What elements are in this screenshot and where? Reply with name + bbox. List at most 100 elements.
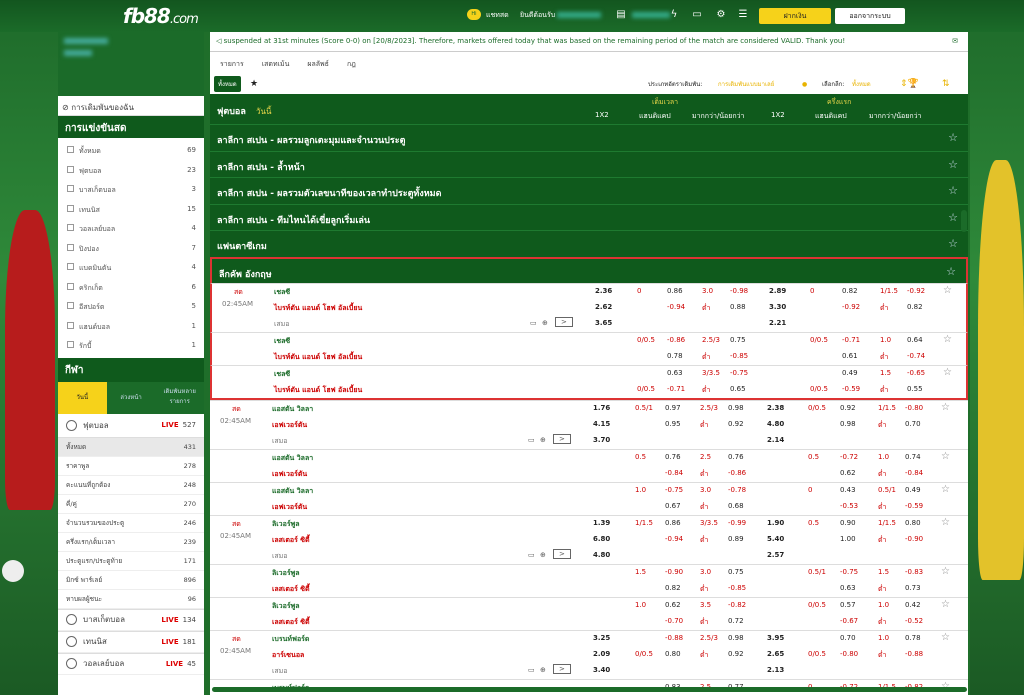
odds-cell[interactable]: 0.92 <box>840 404 856 412</box>
sidebar-item-sport[interactable]: รักบี้ 1 <box>58 336 204 356</box>
odds-cell[interactable]: 0.92 <box>728 650 744 658</box>
odds-cell[interactable]: ต่ำ <box>878 469 886 480</box>
odds-cell[interactable]: 0.57 <box>840 601 856 609</box>
odds-cell[interactable]: -0.85 <box>730 352 748 360</box>
odds-cell[interactable]: 1.5 <box>878 568 889 576</box>
odds-cell[interactable]: 0.70 <box>905 420 921 428</box>
sidebar-item-sport[interactable]: เทนนิส 15 <box>58 200 204 220</box>
odds-cell[interactable]: -0.75 <box>840 568 858 576</box>
sidebar-item-sport-other[interactable]: วอลเลย์บอล LIVE 45 <box>58 652 204 675</box>
odds-cell[interactable]: 6.80 <box>593 535 610 543</box>
odds-cell[interactable]: 1.90 <box>767 519 784 527</box>
team-name[interactable]: เชลซี <box>274 287 290 298</box>
star-icon[interactable]: ☆ <box>948 237 958 250</box>
odds-cell[interactable]: 2.36 <box>595 287 612 295</box>
odds-cell[interactable]: 0 <box>808 486 812 494</box>
star-icon[interactable]: ☆ <box>943 285 952 296</box>
odds-cell[interactable]: -0.80 <box>840 650 858 658</box>
tab-early[interactable]: ล่วงหน้า <box>107 382 156 414</box>
horizontal-scrollbar[interactable] <box>212 687 967 692</box>
odds-cell[interactable]: 4.15 <box>593 420 610 428</box>
star-icon[interactable]: ☆ <box>941 566 950 577</box>
odds-cell[interactable]: 0.64 <box>907 336 923 344</box>
odds-cell[interactable]: 1.39 <box>593 519 610 527</box>
odds-cell[interactable]: 1.00 <box>840 535 856 543</box>
team-name[interactable]: เลสเตอร์ ซิตี้ <box>272 617 310 628</box>
my-bets-link[interactable]: ⊘ การเดิมพันของฉัน <box>58 96 204 116</box>
info-icon[interactable]: ● <box>802 81 807 88</box>
odds-cell[interactable]: 1.0 <box>878 601 889 609</box>
checkbox-icon[interactable] <box>67 321 74 329</box>
odds-cell[interactable]: 0.67 <box>665 502 681 510</box>
odds-cell[interactable]: 0.72 <box>728 617 744 625</box>
live-icon[interactable]: ⊕ <box>540 551 546 559</box>
odds-cell[interactable]: ต่ำ <box>878 502 886 513</box>
checkbox-icon[interactable] <box>67 243 74 251</box>
sidebar-item-market[interactable]: ราคาพูล 278 <box>58 457 204 476</box>
odds-cell[interactable]: ต่ำ <box>702 352 710 363</box>
team-name[interactable]: เอฟเวอร์ตัน <box>272 420 307 431</box>
sidebar-item-sport-other[interactable]: เทนนิส LIVE 181 <box>58 630 204 653</box>
odds-cell[interactable]: 0.98 <box>840 420 856 428</box>
sort-trophy-icon[interactable]: ⇕🏆 <box>900 79 919 89</box>
tab-rules[interactable]: กฎ <box>347 59 356 74</box>
odds-cell[interactable]: 3.5 <box>700 601 711 609</box>
star-icon[interactable]: ☆ <box>948 211 958 224</box>
stats-icon[interactable]: ▭ <box>528 436 535 444</box>
odds-cell[interactable]: 0.76 <box>728 453 744 461</box>
lightning-icon[interactable]: ϟ <box>667 8 681 22</box>
odds-cell[interactable]: 0.5 <box>635 453 646 461</box>
sidebar-item-market[interactable]: ครึ่งแรก/เต็มเวลา 239 <box>58 533 204 552</box>
odds-cell[interactable]: 0.75 <box>728 568 744 576</box>
team-name[interactable]: ไบรท์ตัน แอนด์ โฮฟ อัลเบี้ยน <box>274 303 362 314</box>
odds-cell[interactable]: 2.89 <box>769 287 786 295</box>
star-icon[interactable]: ☆ <box>941 484 950 495</box>
odds-cell[interactable]: 0.97 <box>665 404 681 412</box>
odds-cell[interactable]: 0 <box>810 287 814 295</box>
odds-cell[interactable]: 3.0 <box>700 568 711 576</box>
odds-cell[interactable]: 2.5 <box>700 453 711 461</box>
odds-cell[interactable]: -0.84 <box>905 469 923 477</box>
checkbox-icon[interactable] <box>67 263 74 270</box>
team-name[interactable]: ลิเวอร์พูล <box>272 568 299 579</box>
odds-cell[interactable]: -0.70 <box>665 617 683 625</box>
odds-cell[interactable]: 1.76 <box>593 404 610 412</box>
sidebar-item-sport[interactable]: ปิงปอง 7 <box>58 239 204 259</box>
odds-cell[interactable]: ต่ำ <box>878 617 886 628</box>
stats-icon[interactable]: ▭ <box>528 551 535 559</box>
odds-cell[interactable]: 0 <box>637 287 641 295</box>
team-name[interactable]: แอสตัน วิลลา <box>272 453 313 464</box>
odds-cell[interactable]: 0.75 <box>730 336 746 344</box>
odds-cell[interactable]: 0.73 <box>905 584 921 592</box>
odds-cell[interactable]: 3.25 <box>593 634 610 642</box>
star-icon[interactable]: ☆ <box>941 599 950 610</box>
checkbox-icon[interactable] <box>67 224 74 231</box>
odds-cell[interactable]: ต่ำ <box>700 650 708 661</box>
odds-cell[interactable]: 0.74 <box>905 453 921 461</box>
odds-cell[interactable]: 0.78 <box>905 634 921 642</box>
star-icon[interactable]: ☆ <box>943 334 952 345</box>
odds-cell[interactable]: 2.14 <box>767 436 784 444</box>
team-name[interactable]: เอฟเวอร์ตัน <box>272 469 307 480</box>
sidebar-item-sport[interactable]: คริกเก็ต 6 <box>58 278 204 298</box>
chat-icon[interactable]: Hi <box>467 9 481 20</box>
odds-cell[interactable]: -0.75 <box>665 486 683 494</box>
odds-cell[interactable]: 0/0.5 <box>808 404 826 412</box>
stats-icon[interactable]: ▭ <box>530 319 537 327</box>
sidebar-item-market[interactable]: ทั้งหมด 431 <box>58 437 204 457</box>
odds-cell[interactable]: -0.90 <box>905 535 923 543</box>
odds-cell[interactable]: 0.90 <box>840 519 856 527</box>
odds-cell[interactable]: 1/1.5 <box>878 404 896 412</box>
star-icon[interactable]: ☆ <box>948 184 958 197</box>
sidebar-item-sport[interactable]: วอลเลย์บอล 4 <box>58 219 204 239</box>
list-icon[interactable]: ☰ <box>736 8 750 22</box>
sidebar-item-sport[interactable]: บาสเก็ตบอล 3 <box>58 180 204 200</box>
sidebar-item-sport[interactable]: อีสปอร์ต 5 <box>58 297 204 317</box>
odds-cell[interactable]: 3.40 <box>593 666 610 674</box>
star-icon[interactable]: ☆ <box>941 517 950 528</box>
team-name[interactable]: เบรนท์ฟอร์ด <box>272 634 309 645</box>
tab-list[interactable]: รายการ <box>220 59 244 74</box>
league-header[interactable]: ลาลีกา สเปน - ทีมไหนได้เขี่ยลูกเริ่มเล่น… <box>210 203 968 230</box>
odds-cell[interactable]: ต่ำ <box>700 502 708 513</box>
expand-icon[interactable]: > <box>555 317 573 327</box>
